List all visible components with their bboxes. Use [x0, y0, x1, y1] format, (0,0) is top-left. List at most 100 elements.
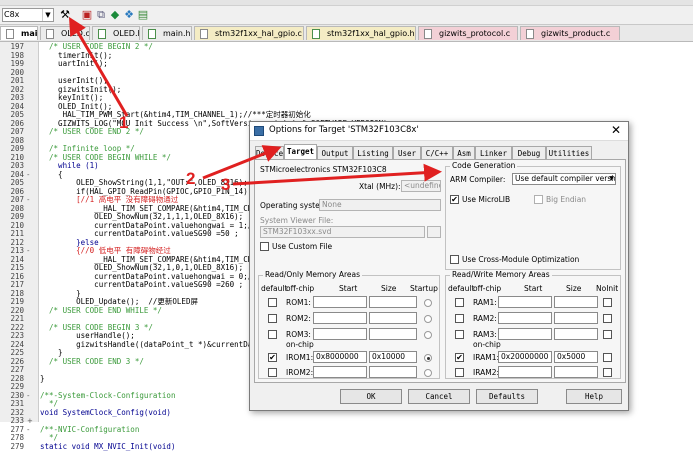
- defaults-button[interactable]: Defaults: [476, 389, 538, 404]
- irom1-default-checkbox[interactable]: ✔: [268, 353, 277, 362]
- tab-oled-h[interactable]: OLED.h: [92, 26, 140, 40]
- arm-compiler-label: ARM Compiler:: [450, 175, 505, 184]
- code-line: static void MX_NVIC_Init(void): [40, 443, 175, 451]
- iram2-start[interactable]: [498, 366, 552, 378]
- arm-compiler-select[interactable]: Use default compiler version 5 ▼: [512, 173, 616, 185]
- tab-label: main.c: [21, 29, 38, 38]
- rom3-start[interactable]: [313, 328, 367, 340]
- manage-icon[interactable]: ▤: [136, 8, 150, 22]
- target-options-icon[interactable]: ⚒: [58, 8, 72, 22]
- iram1-noinit-checkbox[interactable]: [603, 353, 612, 362]
- cross-module-checkbox[interactable]: [450, 255, 459, 264]
- tab-label: gizwits_protocol.c: [439, 29, 510, 38]
- iram1-start[interactable]: 0x20000000: [498, 351, 552, 363]
- ram2-noinit-checkbox[interactable]: [603, 314, 612, 323]
- rom3-default-checkbox[interactable]: [268, 330, 277, 339]
- tab-user[interactable]: User: [393, 146, 421, 159]
- fold-toggle-icon[interactable]: +: [27, 417, 33, 426]
- tab-listing[interactable]: Listing: [353, 146, 393, 159]
- iram1-default-checkbox[interactable]: ✔: [455, 353, 464, 362]
- xtal-field[interactable]: <undefined>: [401, 180, 441, 192]
- sysviewer-field[interactable]: STM32F103xx.svd: [260, 226, 425, 238]
- xtal-label: Xtal (MHz):: [359, 182, 401, 191]
- fold-toggle-icon[interactable]: -: [27, 247, 30, 256]
- rom3-startup-radio[interactable]: [424, 331, 432, 339]
- close-icon[interactable]: ✕: [611, 123, 621, 137]
- rom2-startup-radio[interactable]: [424, 315, 432, 323]
- os-select[interactable]: None: [319, 199, 441, 211]
- tab-hal-gpio-h[interactable]: stm32f1xx_hal_gpio.h: [306, 26, 416, 40]
- rom2-size[interactable]: [369, 312, 417, 324]
- ram-group: Read/Write Memory Areas default off-chip…: [445, 275, 621, 379]
- ram1-size[interactable]: [554, 296, 598, 308]
- line-number: 277: [0, 426, 24, 435]
- rom1-size[interactable]: [369, 296, 417, 308]
- help-button[interactable]: Help: [566, 389, 622, 404]
- irom2-default-checkbox[interactable]: [268, 368, 277, 377]
- target-select[interactable]: C8x ▼: [2, 8, 54, 22]
- ram1-start[interactable]: [498, 296, 552, 308]
- microlib-checkbox[interactable]: ✔: [450, 195, 459, 204]
- tab-label: OLED.c: [61, 29, 90, 38]
- tab-linker[interactable]: Linker: [475, 146, 512, 159]
- ram2-start[interactable]: [498, 312, 552, 324]
- rom1-default-checkbox[interactable]: [268, 298, 277, 307]
- rom2-default-checkbox[interactable]: [268, 314, 277, 323]
- tab-target[interactable]: Target: [284, 144, 317, 159]
- browse-button[interactable]: [427, 226, 441, 238]
- iram2-default-checkbox[interactable]: [455, 368, 464, 377]
- tab-output[interactable]: Output: [317, 146, 353, 159]
- irom2-start[interactable]: [313, 366, 367, 378]
- file-icon: [148, 29, 156, 39]
- diamond-icon[interactable]: ◆: [108, 8, 122, 22]
- tab-c-cpp[interactable]: C/C++: [421, 146, 453, 159]
- big-endian-checkbox[interactable]: [534, 195, 543, 204]
- custom-file-checkbox[interactable]: [260, 242, 269, 251]
- ram2-default-checkbox[interactable]: [455, 314, 464, 323]
- tab-main-c[interactable]: main.c: [0, 26, 38, 40]
- file-tabs: main.c OLED.c OLED.h main.h stm32f1xx_ha…: [0, 25, 693, 42]
- settings-icon[interactable]: ❖: [122, 8, 136, 22]
- copy-icon[interactable]: ⧉: [94, 8, 108, 22]
- microlib-label: Use MicroLIB: [462, 195, 510, 204]
- ram3-default-checkbox[interactable]: [455, 330, 464, 339]
- tab-gizwits-protocol-c[interactable]: gizwits_protocol.c: [418, 26, 518, 40]
- fold-toggle-icon[interactable]: -: [27, 392, 30, 401]
- tab-gizwits-product-c[interactable]: gizwits_product.c: [520, 26, 620, 40]
- tab-hal-gpio-c[interactable]: stm32f1xx_hal_gpio.c: [194, 26, 304, 40]
- tab-device[interactable]: Device: [255, 146, 284, 159]
- irom1-startup-radio[interactable]: [424, 354, 432, 362]
- cancel-button[interactable]: Cancel: [408, 389, 470, 404]
- dialog-title: Options for Target 'STM32F103C8x': [269, 125, 419, 135]
- ram1-noinit-checkbox[interactable]: [603, 298, 612, 307]
- ram2-size[interactable]: [554, 312, 598, 324]
- line-number: 279: [0, 443, 24, 451]
- fold-toggle-icon[interactable]: -: [27, 171, 30, 180]
- irom2-startup-radio[interactable]: [424, 369, 432, 377]
- rom1-start[interactable]: [313, 296, 367, 308]
- irom2-size[interactable]: [369, 366, 417, 378]
- chevron-down-icon[interactable]: ▼: [42, 9, 53, 21]
- ram3-start[interactable]: [498, 328, 552, 340]
- iram2-size[interactable]: [554, 366, 598, 378]
- toolbar: C8x ▼ ⚒ ▣ ⧉ ◆ ❖ ▤: [0, 0, 693, 25]
- irom1-start[interactable]: 0x8000000: [313, 351, 367, 363]
- irom1-size[interactable]: 0x10000: [369, 351, 417, 363]
- rom2-start[interactable]: [313, 312, 367, 324]
- tab-oled-c[interactable]: OLED.c: [40, 26, 90, 40]
- ram3-size[interactable]: [554, 328, 598, 340]
- fold-toggle-icon[interactable]: -: [27, 426, 30, 435]
- tab-debug[interactable]: Debug: [512, 146, 546, 159]
- download-icon[interactable]: ▣: [80, 8, 94, 22]
- tab-utilities[interactable]: Utilities: [546, 146, 592, 159]
- iram2-noinit-checkbox[interactable]: [603, 368, 612, 377]
- ram1-default-checkbox[interactable]: [455, 298, 464, 307]
- ram3-noinit-checkbox[interactable]: [603, 330, 612, 339]
- tab-asm[interactable]: Asm: [453, 146, 475, 159]
- rom1-startup-radio[interactable]: [424, 299, 432, 307]
- rom3-size[interactable]: [369, 328, 417, 340]
- fold-toggle-icon[interactable]: -: [27, 196, 30, 205]
- tab-main-h[interactable]: main.h: [142, 26, 192, 40]
- ok-button[interactable]: OK: [340, 389, 402, 404]
- iram1-size[interactable]: 0x5000: [554, 351, 598, 363]
